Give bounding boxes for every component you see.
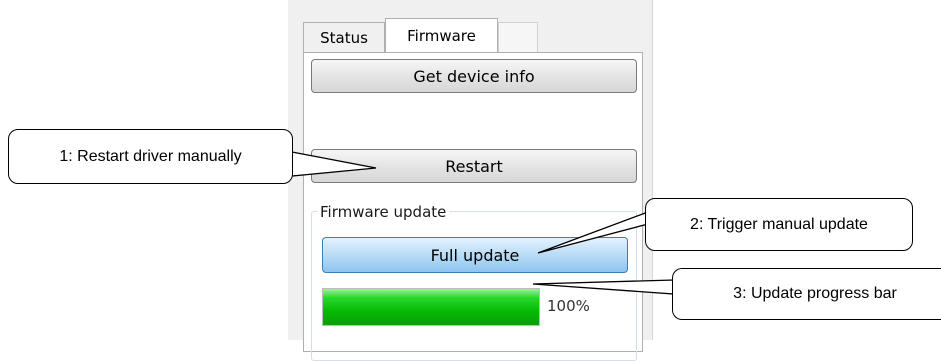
- tab-firmware[interactable]: Firmware: [385, 18, 498, 52]
- get-device-info-button[interactable]: Get device info: [311, 59, 637, 93]
- restart-button[interactable]: Restart: [311, 149, 637, 183]
- tab-filler: [498, 22, 538, 52]
- callout-trigger-update: 2: Trigger manual update: [645, 198, 913, 251]
- progress-percent-text: 100%: [547, 297, 590, 315]
- callout-progress-bar: 3: Update progress bar: [672, 268, 941, 320]
- tab-strip: Status Firmware: [303, 18, 643, 52]
- firmware-tab-content: Get device info Restart Firmware update …: [303, 52, 643, 361]
- firmware-update-group: [311, 211, 637, 361]
- callout-restart-driver: 1: Restart driver manually: [8, 129, 293, 184]
- panel-edge: [652, 0, 653, 340]
- progress-fill: [323, 289, 539, 325]
- tab-status[interactable]: Status: [303, 22, 385, 52]
- firmware-panel: Status Firmware Get device info Restart …: [288, 0, 653, 361]
- update-progress-bar: [322, 288, 540, 326]
- firmware-update-label: Firmware update: [317, 203, 450, 221]
- full-update-button[interactable]: Full update: [322, 237, 628, 273]
